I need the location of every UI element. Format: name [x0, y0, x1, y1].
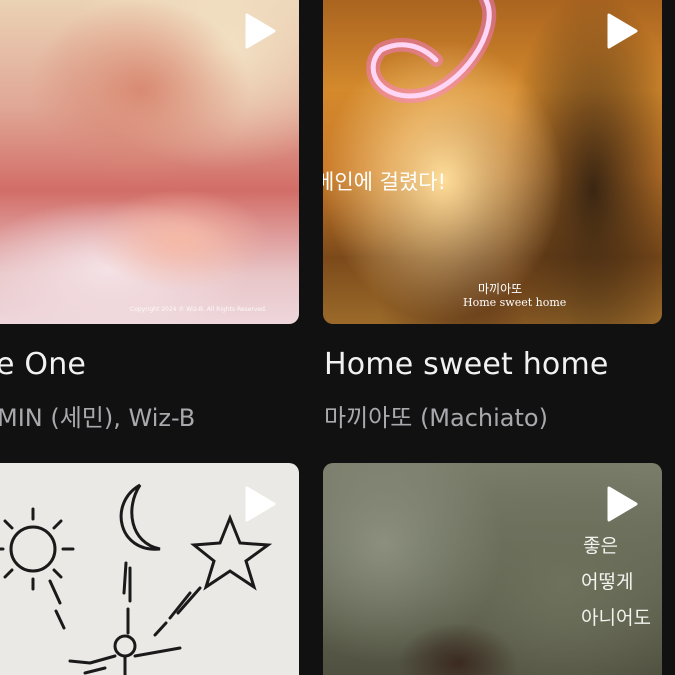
- play-icon[interactable]: [605, 12, 639, 50]
- album-artist[interactable]: 마끼아또 (Machiato): [324, 398, 548, 433]
- album-title[interactable]: e One: [0, 347, 86, 382]
- album-title[interactable]: Home sweet home: [324, 347, 609, 382]
- art-overlay-text: 메인에 걸렸다!: [323, 170, 447, 194]
- play-icon[interactable]: [243, 12, 277, 50]
- play-icon[interactable]: [243, 485, 277, 523]
- album-grid: Copyright 2024 ℗ Wiz-B. All Rights Reser…: [0, 0, 675, 675]
- art-text-line-1: 좋은: [583, 535, 618, 557]
- play-icon[interactable]: [605, 485, 639, 523]
- art-text-line-2: 어떻게: [581, 571, 634, 593]
- art-text-korean: 마끼아또: [478, 282, 523, 296]
- art-copyright: Copyright 2024 ℗ Wiz-B. All Rights Reser…: [130, 306, 267, 313]
- art-text-line-3: 아니어도: [581, 607, 651, 629]
- art-text-english: Home sweet home: [463, 296, 567, 309]
- neon-heart-graphic: [366, 0, 497, 103]
- album-artist[interactable]: MIN (세민), Wiz-B: [0, 398, 195, 433]
